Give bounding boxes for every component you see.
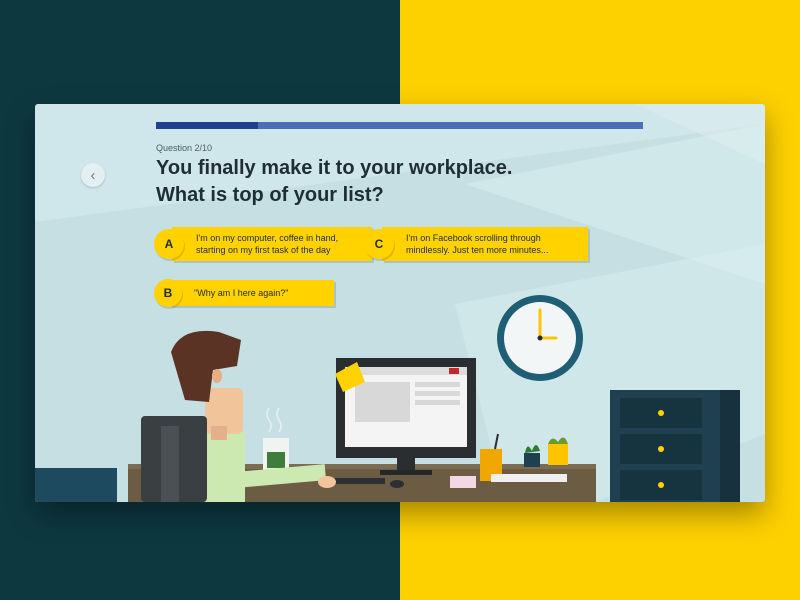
answer-option-c[interactable]: C I'm on Facebook scrolling through mind… — [364, 227, 588, 261]
sticky-notes — [450, 476, 476, 488]
wall-clock — [497, 295, 583, 381]
papers — [491, 474, 567, 482]
answer-text-c: I'm on Facebook scrolling through mindle… — [382, 227, 588, 261]
office-scene-illustration — [35, 244, 765, 502]
filing-cabinet — [610, 390, 740, 502]
answer-letter-a: A — [154, 229, 184, 259]
quiz-card: Question 2/10 You finally make it to you… — [35, 104, 765, 502]
answer-letter-c: C — [364, 229, 394, 259]
answer-option-a[interactable]: A I'm on my computer, coffee in hand, st… — [154, 227, 372, 261]
computer-monitor — [335, 358, 476, 475]
answer-text-a: I'm on my computer, coffee in hand, star… — [172, 227, 372, 261]
coffee-cup — [263, 407, 289, 474]
answer-letter-b: B — [154, 279, 182, 307]
office-chair — [141, 416, 207, 502]
side-table — [35, 468, 117, 502]
answer-option-b[interactable]: B "Why am I here again?" — [154, 278, 334, 308]
answer-text-b: "Why am I here again?" — [170, 280, 334, 306]
computer-mouse — [390, 480, 404, 488]
